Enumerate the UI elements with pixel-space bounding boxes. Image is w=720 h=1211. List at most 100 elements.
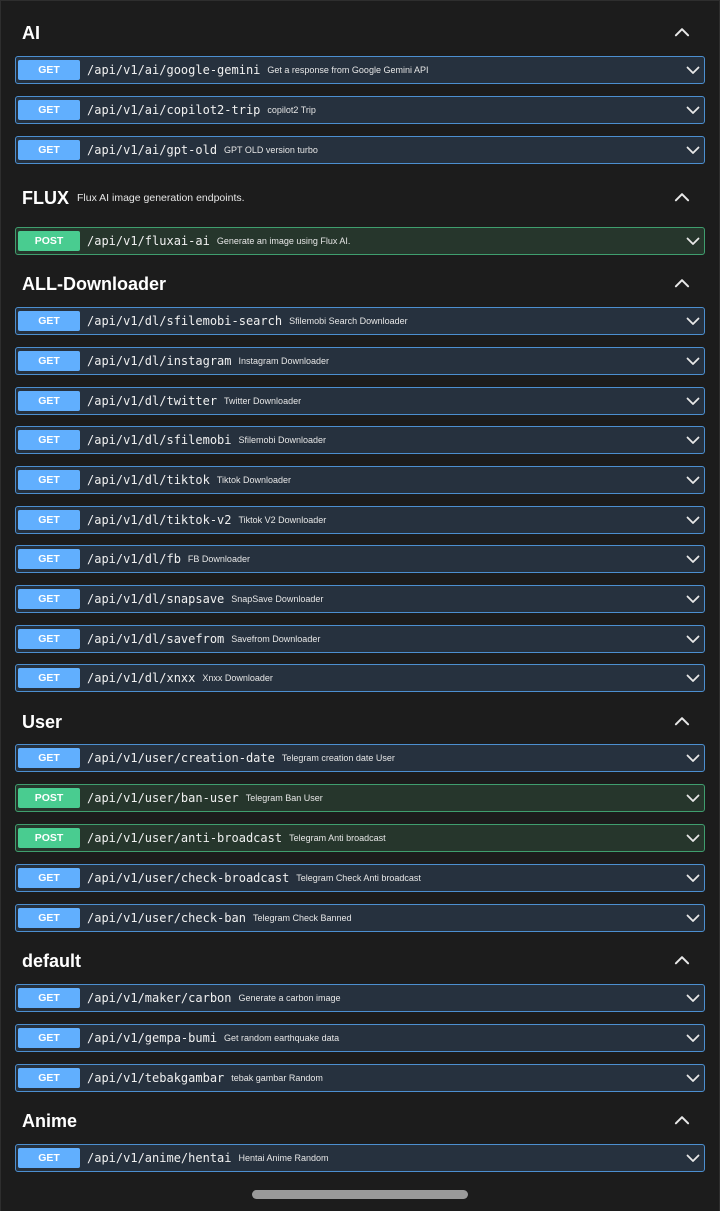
chevron-down-icon[interactable] xyxy=(686,146,700,155)
tag-section-header[interactable]: Anime xyxy=(0,1096,720,1146)
operation-row[interactable]: POST/api/v1/user/ban-user Telegram Ban Us… xyxy=(15,784,705,812)
operation-summary: Instagram Downloader xyxy=(238,356,330,366)
tag-title: ALL-Downloader xyxy=(22,273,166,294)
method-badge: GET xyxy=(18,140,80,160)
tag-title: User xyxy=(22,711,63,732)
operation-summary: Get random earthquake data xyxy=(224,1033,340,1043)
operation-row[interactable]: GET/api/v1/user/check-ban Telegram Check … xyxy=(15,904,705,932)
method-badge: GET xyxy=(18,868,80,888)
operation-row[interactable]: GET/api/v1/gempa-bumi Get random earthqua… xyxy=(15,1024,705,1052)
method-badge: GET xyxy=(18,470,80,490)
chevron-up-icon[interactable] xyxy=(674,1115,690,1125)
chevron-down-icon[interactable] xyxy=(686,595,700,604)
operation-row[interactable]: GET/api/v1/dl/xnxx Xnxx Downloader xyxy=(15,664,705,692)
chevron-up-icon[interactable] xyxy=(674,27,690,37)
chevron-up-icon[interactable] xyxy=(674,955,690,965)
tag-section-header[interactable]: AI xyxy=(0,8,720,58)
method-badge: POST xyxy=(18,231,80,251)
chevron-down-icon[interactable] xyxy=(686,914,700,923)
chevron-down-icon[interactable] xyxy=(686,555,700,564)
operation-path: /api/v1/dl/fb xyxy=(87,552,181,566)
operation-summary: Savefrom Downloader xyxy=(231,634,321,644)
operation-path: /api/v1/fluxai-ai xyxy=(87,234,210,248)
chevron-down-icon[interactable] xyxy=(686,1154,700,1163)
chevron-up-icon[interactable] xyxy=(674,716,690,726)
operation-summary: Telegram Check Banned xyxy=(252,913,352,923)
operation-row[interactable]: GET/api/v1/dl/sfilemobi Sfilemobi Downloa… xyxy=(15,426,705,454)
operation-path: /api/v1/gempa-bumi xyxy=(87,1031,218,1045)
operation-path: /api/v1/dl/snapsave xyxy=(87,592,225,606)
operation-row[interactable]: GET/api/v1/dl/twitter Twitter Downloader xyxy=(15,387,705,415)
chevron-down-icon[interactable] xyxy=(686,106,700,115)
operation-row[interactable]: GET/api/v1/dl/tiktok Tiktok Downloader xyxy=(15,466,705,494)
chevron-down-icon[interactable] xyxy=(686,994,700,1003)
method-badge: GET xyxy=(18,908,80,928)
chevron-down-icon[interactable] xyxy=(686,674,700,683)
operation-row[interactable]: GET/api/v1/ai/google-gemini Get a respons… xyxy=(15,56,705,84)
operation-summary: Generate an image using Flux AI. xyxy=(216,236,351,246)
operation-path: /api/v1/tebakgambar xyxy=(87,1071,225,1085)
operation-row[interactable]: GET/api/v1/dl/instagram Instagram Downloa… xyxy=(15,347,705,375)
operation-summary: tebak gambar Random xyxy=(231,1073,323,1083)
method-badge: GET xyxy=(18,668,80,688)
chevron-down-icon[interactable] xyxy=(686,357,700,366)
operation-path: /api/v1/ai/google-gemini xyxy=(87,63,261,77)
operation-path: /api/v1/user/check-broadcast xyxy=(87,871,290,885)
tag-section-header[interactable]: ALL-Downloader xyxy=(0,259,720,309)
operation-path: /api/v1/dl/sfilemobi xyxy=(87,433,232,447)
chevron-down-icon[interactable] xyxy=(686,834,700,843)
tag-section-header[interactable]: FLUX Flux AI image generation endpoints. xyxy=(0,173,720,223)
chevron-down-icon[interactable] xyxy=(686,794,700,803)
chevron-down-icon[interactable] xyxy=(686,317,700,326)
scrollbar-thumb[interactable] xyxy=(252,1190,468,1199)
chevron-up-icon[interactable] xyxy=(674,192,690,202)
operation-row[interactable]: GET/api/v1/dl/tiktok-v2 Tiktok V2 Downloa… xyxy=(15,506,705,534)
operation-summary: FB Downloader xyxy=(187,554,250,564)
chevron-down-icon[interactable] xyxy=(686,397,700,406)
operation-row[interactable]: GET/api/v1/user/check-broadcast Telegram … xyxy=(15,864,705,892)
chevron-down-icon[interactable] xyxy=(686,754,700,763)
chevron-down-icon[interactable] xyxy=(686,874,700,883)
method-badge: GET xyxy=(18,311,80,331)
operation-row[interactable]: POST/api/v1/user/anti-broadcast Telegram … xyxy=(15,824,705,852)
method-badge: GET xyxy=(18,629,80,649)
chevron-down-icon[interactable] xyxy=(686,237,700,246)
chevron-down-icon[interactable] xyxy=(686,1074,700,1083)
operation-path: /api/v1/dl/tiktok-v2 xyxy=(87,513,232,527)
operation-row[interactable]: GET/api/v1/dl/fb FB Downloader xyxy=(15,545,705,573)
chevron-down-icon[interactable] xyxy=(686,476,700,485)
operation-summary: Telegram Check Anti broadcast xyxy=(296,873,421,883)
chevron-down-icon[interactable] xyxy=(686,66,700,75)
chevron-down-icon[interactable] xyxy=(686,635,700,644)
method-badge: POST xyxy=(18,788,80,808)
method-badge: GET xyxy=(18,1068,80,1088)
method-badge: GET xyxy=(18,549,80,569)
operation-path: /api/v1/user/check-ban xyxy=(87,911,246,925)
operation-summary: Hentai Anime Random xyxy=(238,1153,329,1163)
method-badge: POST xyxy=(18,828,80,848)
operation-summary: Telegram creation date User xyxy=(281,753,395,763)
operation-row[interactable]: GET/api/v1/user/creation-date Telegram cr… xyxy=(15,744,705,772)
operation-summary: Telegram Anti broadcast xyxy=(289,833,386,843)
chevron-up-icon[interactable] xyxy=(674,278,690,288)
chevron-down-icon[interactable] xyxy=(686,1034,700,1043)
operation-row[interactable]: GET/api/v1/ai/copilot2-trip copilot2 Trip xyxy=(15,96,705,124)
operation-path: /api/v1/maker/carbon xyxy=(87,991,232,1005)
operation-row[interactable]: GET/api/v1/dl/sfilemobi-search Sfilemobi … xyxy=(15,307,705,335)
chevron-down-icon[interactable] xyxy=(686,516,700,525)
tag-section-header[interactable]: User xyxy=(0,697,720,747)
operation-path: /api/v1/dl/twitter xyxy=(87,394,218,408)
tag-section-header[interactable]: default xyxy=(0,936,720,986)
chevron-down-icon[interactable] xyxy=(686,436,700,445)
operation-path: /api/v1/user/ban-user xyxy=(87,791,239,805)
operation-summary: SnapSave Downloader xyxy=(231,594,324,604)
tag-title: AI xyxy=(22,22,40,43)
operation-row[interactable]: GET/api/v1/tebakgambar tebak gambar Rando… xyxy=(15,1064,705,1092)
operation-row[interactable]: GET/api/v1/ai/gpt-old GPT OLD version tur… xyxy=(15,136,705,164)
operation-row[interactable]: GET/api/v1/dl/savefrom Savefrom Downloade… xyxy=(15,625,705,653)
operation-row[interactable]: GET/api/v1/dl/snapsave SnapSave Downloade… xyxy=(15,585,705,613)
method-badge: GET xyxy=(18,351,80,371)
operation-row[interactable]: POST/api/v1/fluxai-ai Generate an image u… xyxy=(15,227,705,255)
operation-row[interactable]: GET/api/v1/anime/hentai Hentai Anime Rand… xyxy=(15,1144,705,1172)
operation-row[interactable]: GET/api/v1/maker/carbon Generate a carbon… xyxy=(15,984,705,1012)
